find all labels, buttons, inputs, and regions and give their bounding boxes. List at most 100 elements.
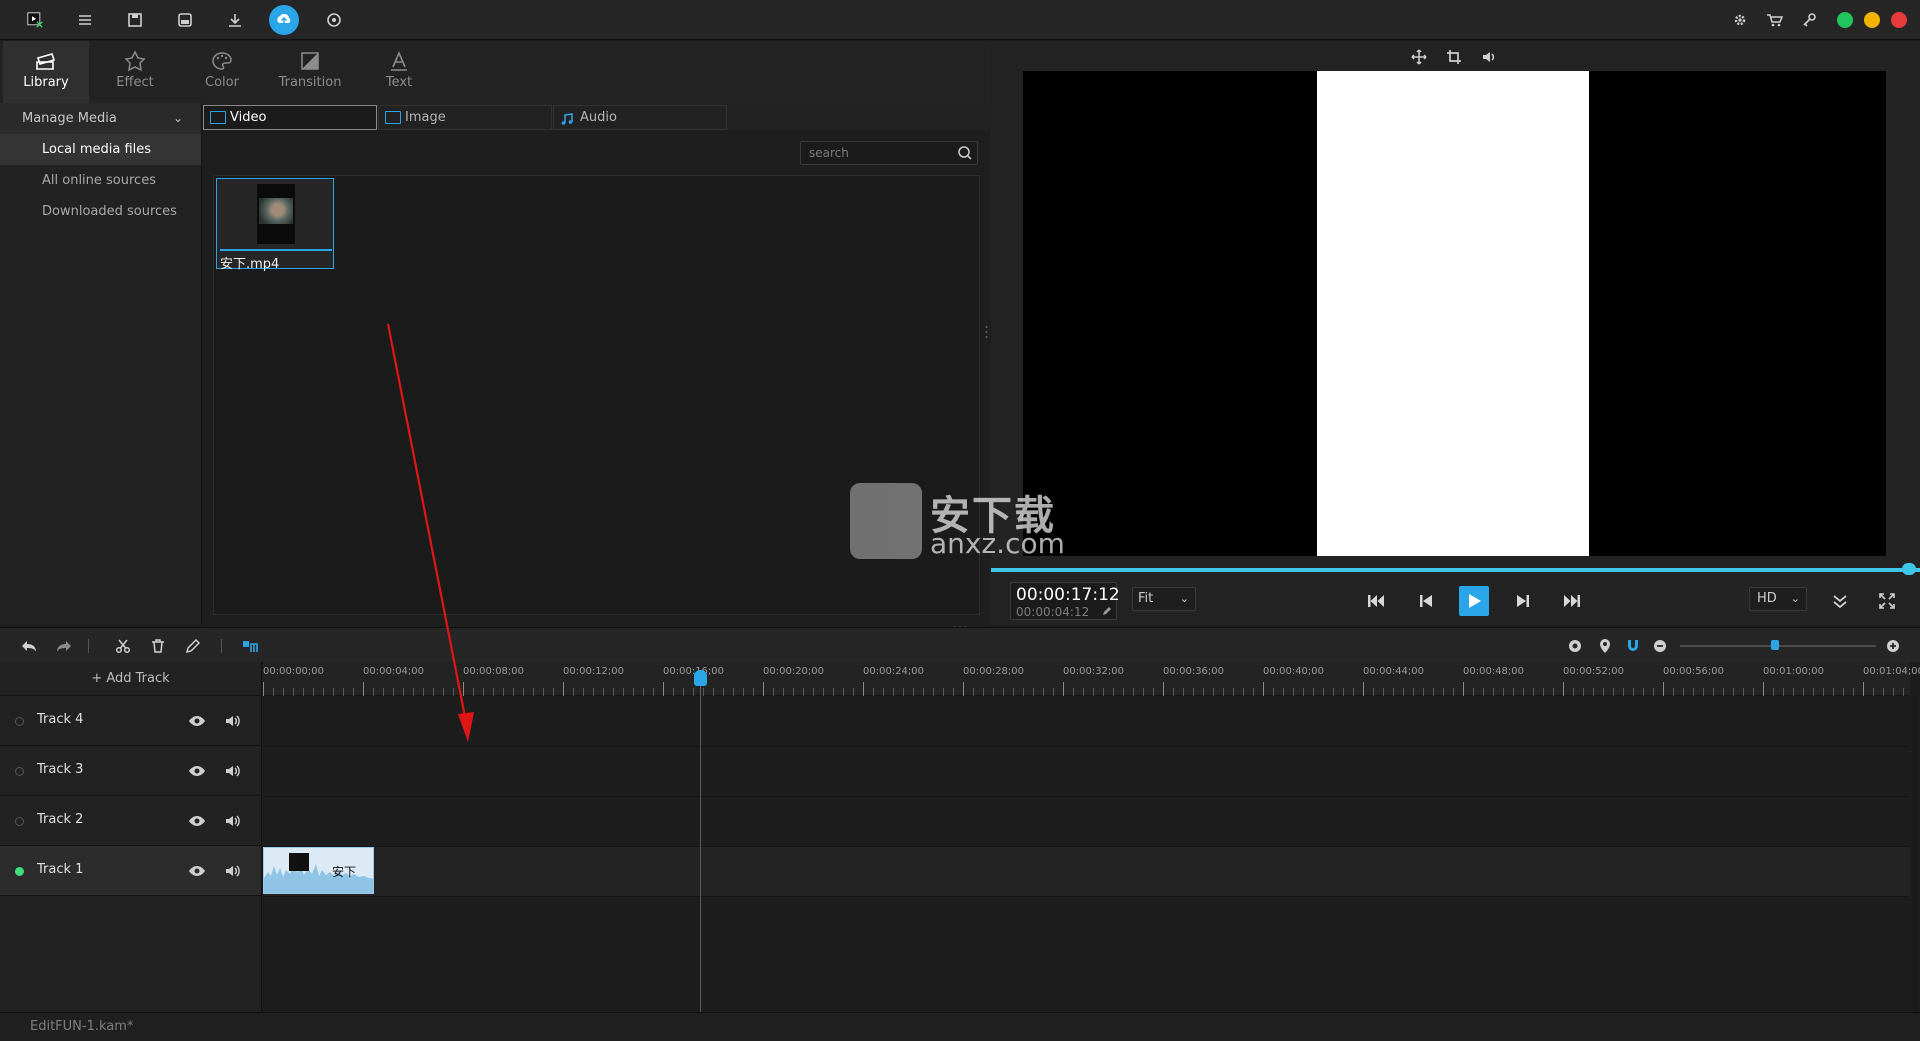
more-options-button[interactable]: [1827, 588, 1853, 614]
volume-icon[interactable]: [224, 713, 242, 729]
track-header[interactable]: Track 3: [0, 746, 261, 796]
cut-button[interactable]: [114, 637, 132, 655]
track-lane[interactable]: [263, 697, 1910, 747]
app-logo-icon: [20, 5, 50, 35]
track-lane[interactable]: [263, 797, 1910, 847]
zoom-out-button[interactable]: [1651, 637, 1669, 655]
save-icon[interactable]: [123, 8, 147, 32]
track-status-dot: [15, 867, 24, 876]
ruler-label: 00:00:24;00: [863, 666, 925, 677]
tab-image[interactable]: Image: [378, 105, 552, 130]
edit-timecode-icon[interactable]: [1102, 606, 1112, 616]
cart-icon[interactable]: [1762, 8, 1786, 32]
track-lane[interactable]: [263, 747, 1910, 797]
timeline-scrollbar[interactable]: [1913, 696, 1918, 1012]
eye-icon[interactable]: [188, 713, 206, 729]
track-header[interactable]: Track 2: [0, 796, 261, 846]
split-track-button[interactable]: [242, 637, 260, 655]
key-icon[interactable]: [1797, 8, 1821, 32]
menu-icon[interactable]: [73, 8, 97, 32]
tab-audio[interactable]: Audio: [553, 105, 727, 130]
tab-label: Library: [23, 75, 69, 90]
settings-icon[interactable]: [1728, 8, 1752, 32]
fullscreen-button[interactable]: [1874, 588, 1900, 614]
play-button[interactable]: [1459, 586, 1489, 616]
save-as-icon[interactable]: [173, 8, 197, 32]
tab-effect[interactable]: Effect: [92, 41, 178, 103]
volume-icon[interactable]: [224, 763, 242, 779]
redo-icon: [57, 641, 71, 652]
fit-select[interactable]: Fit ⌄: [1132, 587, 1196, 611]
trash-icon: [152, 639, 164, 653]
clip-waveform: [264, 862, 373, 893]
timeline-area[interactable]: 00:00:00;00 00:00:04;00 00:00:08;00 00:00:1…: [263, 662, 1920, 1012]
preview-progress-handle[interactable]: [1902, 563, 1916, 575]
zoom-slider-handle[interactable]: [1771, 640, 1779, 650]
project-filename: EditFUN-1.kam*: [30, 1019, 134, 1034]
delete-button[interactable]: [149, 637, 167, 655]
undo-button[interactable]: [20, 637, 38, 655]
export-button[interactable]: [269, 5, 299, 35]
sidebar-item-local-media[interactable]: Local media files: [0, 134, 201, 165]
volume-icon[interactable]: [224, 863, 242, 879]
panel-splitter[interactable]: [985, 325, 988, 339]
tab-color[interactable]: Color: [179, 41, 265, 103]
time-ruler[interactable]: 00:00:00;00 00:00:04;00 00:00:08;00 00:00:1…: [263, 662, 1920, 696]
minimize-button[interactable]: [1864, 12, 1880, 28]
media-item[interactable]: 安下.mp4: [216, 178, 334, 272]
snapshot-button[interactable]: [1566, 637, 1584, 655]
watermark-bag-icon: [850, 483, 922, 559]
tab-image-label: Image: [405, 110, 446, 125]
search-icon[interactable]: [957, 145, 973, 161]
volume-icon[interactable]: [224, 813, 242, 829]
quality-select[interactable]: HD ⌄: [1749, 587, 1807, 611]
restore-button[interactable]: [1837, 12, 1853, 28]
close-button[interactable]: [1891, 12, 1907, 28]
playhead-handle[interactable]: [694, 670, 707, 686]
crop-icon[interactable]: [1446, 49, 1462, 65]
edit-button[interactable]: [184, 637, 202, 655]
track-header[interactable]: Track 1: [0, 846, 261, 896]
magnet-button[interactable]: [1624, 637, 1642, 655]
magnet-icon: [1628, 640, 1638, 651]
redo-button[interactable]: [55, 637, 73, 655]
watermark-logo: 安下载 anxz.com: [850, 475, 1070, 565]
watermark-url: anxz.com: [930, 527, 1065, 560]
skip-start-icon: [1368, 595, 1384, 607]
previous-frame-button[interactable]: [1413, 588, 1439, 614]
track-header[interactable]: Track 4: [0, 696, 261, 746]
manage-media-dropdown[interactable]: Manage Media ⌄: [0, 103, 201, 134]
sidebar-item-online-sources[interactable]: All online sources: [0, 165, 201, 196]
next-frame-icon: [1517, 595, 1529, 607]
eye-icon[interactable]: [188, 813, 206, 829]
clip-label: 安下: [332, 865, 357, 879]
tab-transition[interactable]: Transition: [267, 41, 353, 103]
move-icon[interactable]: [1411, 49, 1427, 65]
clip-thumbnail: [289, 853, 309, 871]
volume-icon[interactable]: [1481, 49, 1497, 65]
sidebar-item-downloaded-sources[interactable]: Downloaded sources: [0, 196, 201, 227]
download-icon[interactable]: [223, 8, 247, 32]
preview-progress-bar[interactable]: [991, 568, 1920, 572]
marker-button[interactable]: [1596, 637, 1614, 655]
tab-video[interactable]: Video: [203, 105, 377, 130]
tab-text[interactable]: Text: [356, 41, 442, 103]
skip-to-start-button[interactable]: [1363, 588, 1389, 614]
ruler-label: 00:01:00;00: [1763, 666, 1825, 677]
help-icon[interactable]: [322, 8, 346, 32]
next-frame-button[interactable]: [1510, 588, 1536, 614]
eye-icon[interactable]: [188, 863, 206, 879]
preview-panel: 00:00:17:12 00:00:04:12 Fit ⌄ HD ⌄: [991, 41, 1920, 625]
tab-library[interactable]: Library: [3, 41, 89, 103]
eye-icon[interactable]: [188, 763, 206, 779]
search-input[interactable]: [809, 145, 949, 161]
skip-to-end-button[interactable]: [1559, 588, 1585, 614]
track-lane[interactable]: [263, 847, 1910, 897]
title-bar: [0, 0, 1920, 40]
tab-label: Text: [385, 75, 413, 90]
ruler-label: 00:00:36;00: [1163, 666, 1225, 677]
timeline-clip[interactable]: 安下: [263, 847, 374, 894]
add-track-button[interactable]: + Add Track: [0, 662, 261, 696]
preview-screen[interactable]: [1023, 71, 1886, 556]
zoom-in-button[interactable]: [1884, 637, 1902, 655]
